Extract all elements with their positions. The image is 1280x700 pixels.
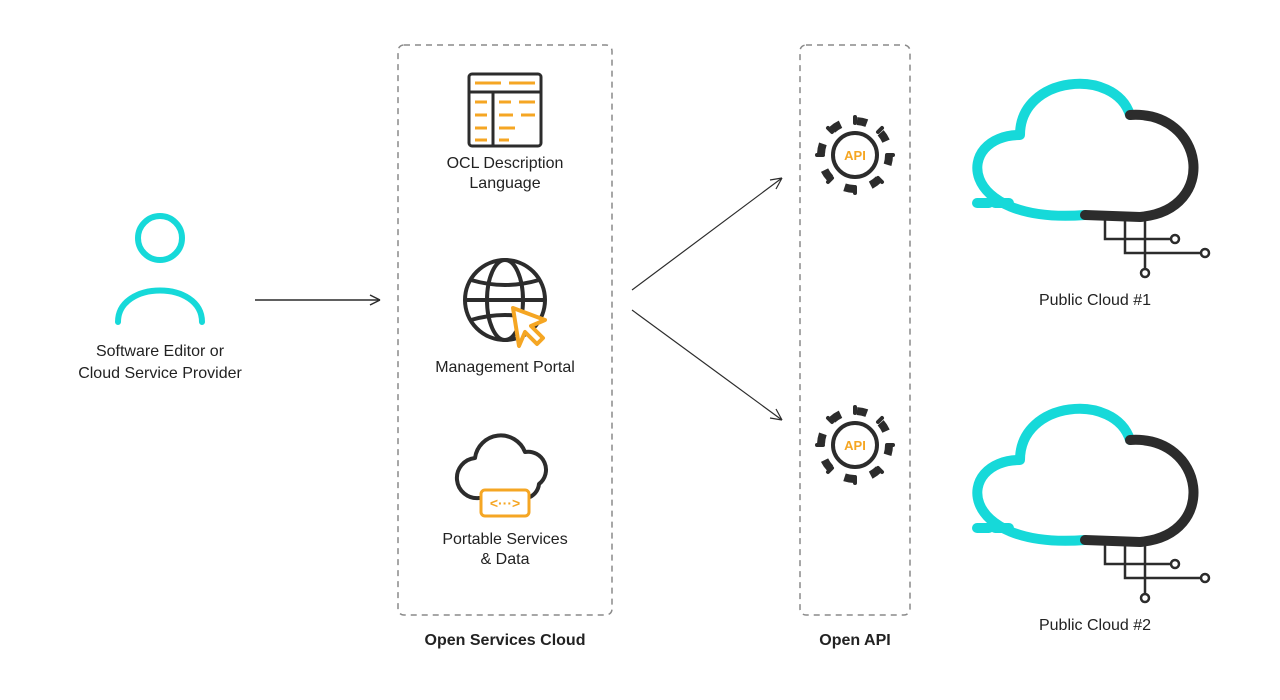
osc-item-1-line1: Management Portal [435, 359, 575, 376]
cloud-circuits-2 [1105, 542, 1209, 602]
osc-item-2-line2: & Data [481, 551, 530, 568]
osc-box: Open Services Cloud [398, 45, 612, 649]
arrow-actor-to-osc [255, 295, 380, 305]
osc-item-2-line1: Portable Services [442, 531, 567, 548]
openapi-box: Open API API [800, 45, 910, 649]
public-cloud-2: Public Cloud #2 [977, 409, 1209, 634]
user-icon [118, 216, 202, 322]
actor-label-line1: Software Editor or [96, 343, 225, 360]
spreadsheet-icon [469, 74, 541, 146]
api-gear-2: API [817, 407, 893, 483]
actor-group: Software Editor or Cloud Service Provide… [78, 216, 242, 382]
osc-title: Open Services Cloud [425, 632, 586, 649]
public-cloud-1-label: Public Cloud #1 [1039, 292, 1151, 309]
code-badge-icon: <···> [481, 490, 529, 516]
openapi-title: Open API [819, 632, 890, 649]
actor-label-line2: Cloud Service Provider [78, 365, 242, 382]
cloud-shape-1 [977, 84, 1194, 217]
arrows-osc-to-api [632, 178, 782, 420]
cursor-icon [513, 308, 545, 346]
api-gear-1: API [817, 117, 893, 193]
osc-item-portal: Management Portal [435, 260, 575, 376]
osc-item-0-line2: Language [469, 175, 540, 192]
osc-item-0-line1: OCL Description [447, 155, 564, 172]
api-badge-1: API [844, 148, 866, 163]
cloud-circuits-1 [1105, 217, 1209, 277]
api-badge-2: API [844, 438, 866, 453]
osc-item-portable: <···> Portable Services & Data [442, 435, 567, 568]
architecture-diagram: Software Editor or Cloud Service Provide… [0, 0, 1280, 700]
osc-item-ocl: OCL Description Language [447, 74, 564, 192]
cloud-shape-2 [977, 409, 1194, 542]
public-cloud-1: Public Cloud #1 [977, 84, 1209, 309]
svg-text:<···>: <···> [490, 495, 520, 511]
public-cloud-2-label: Public Cloud #2 [1039, 617, 1151, 634]
